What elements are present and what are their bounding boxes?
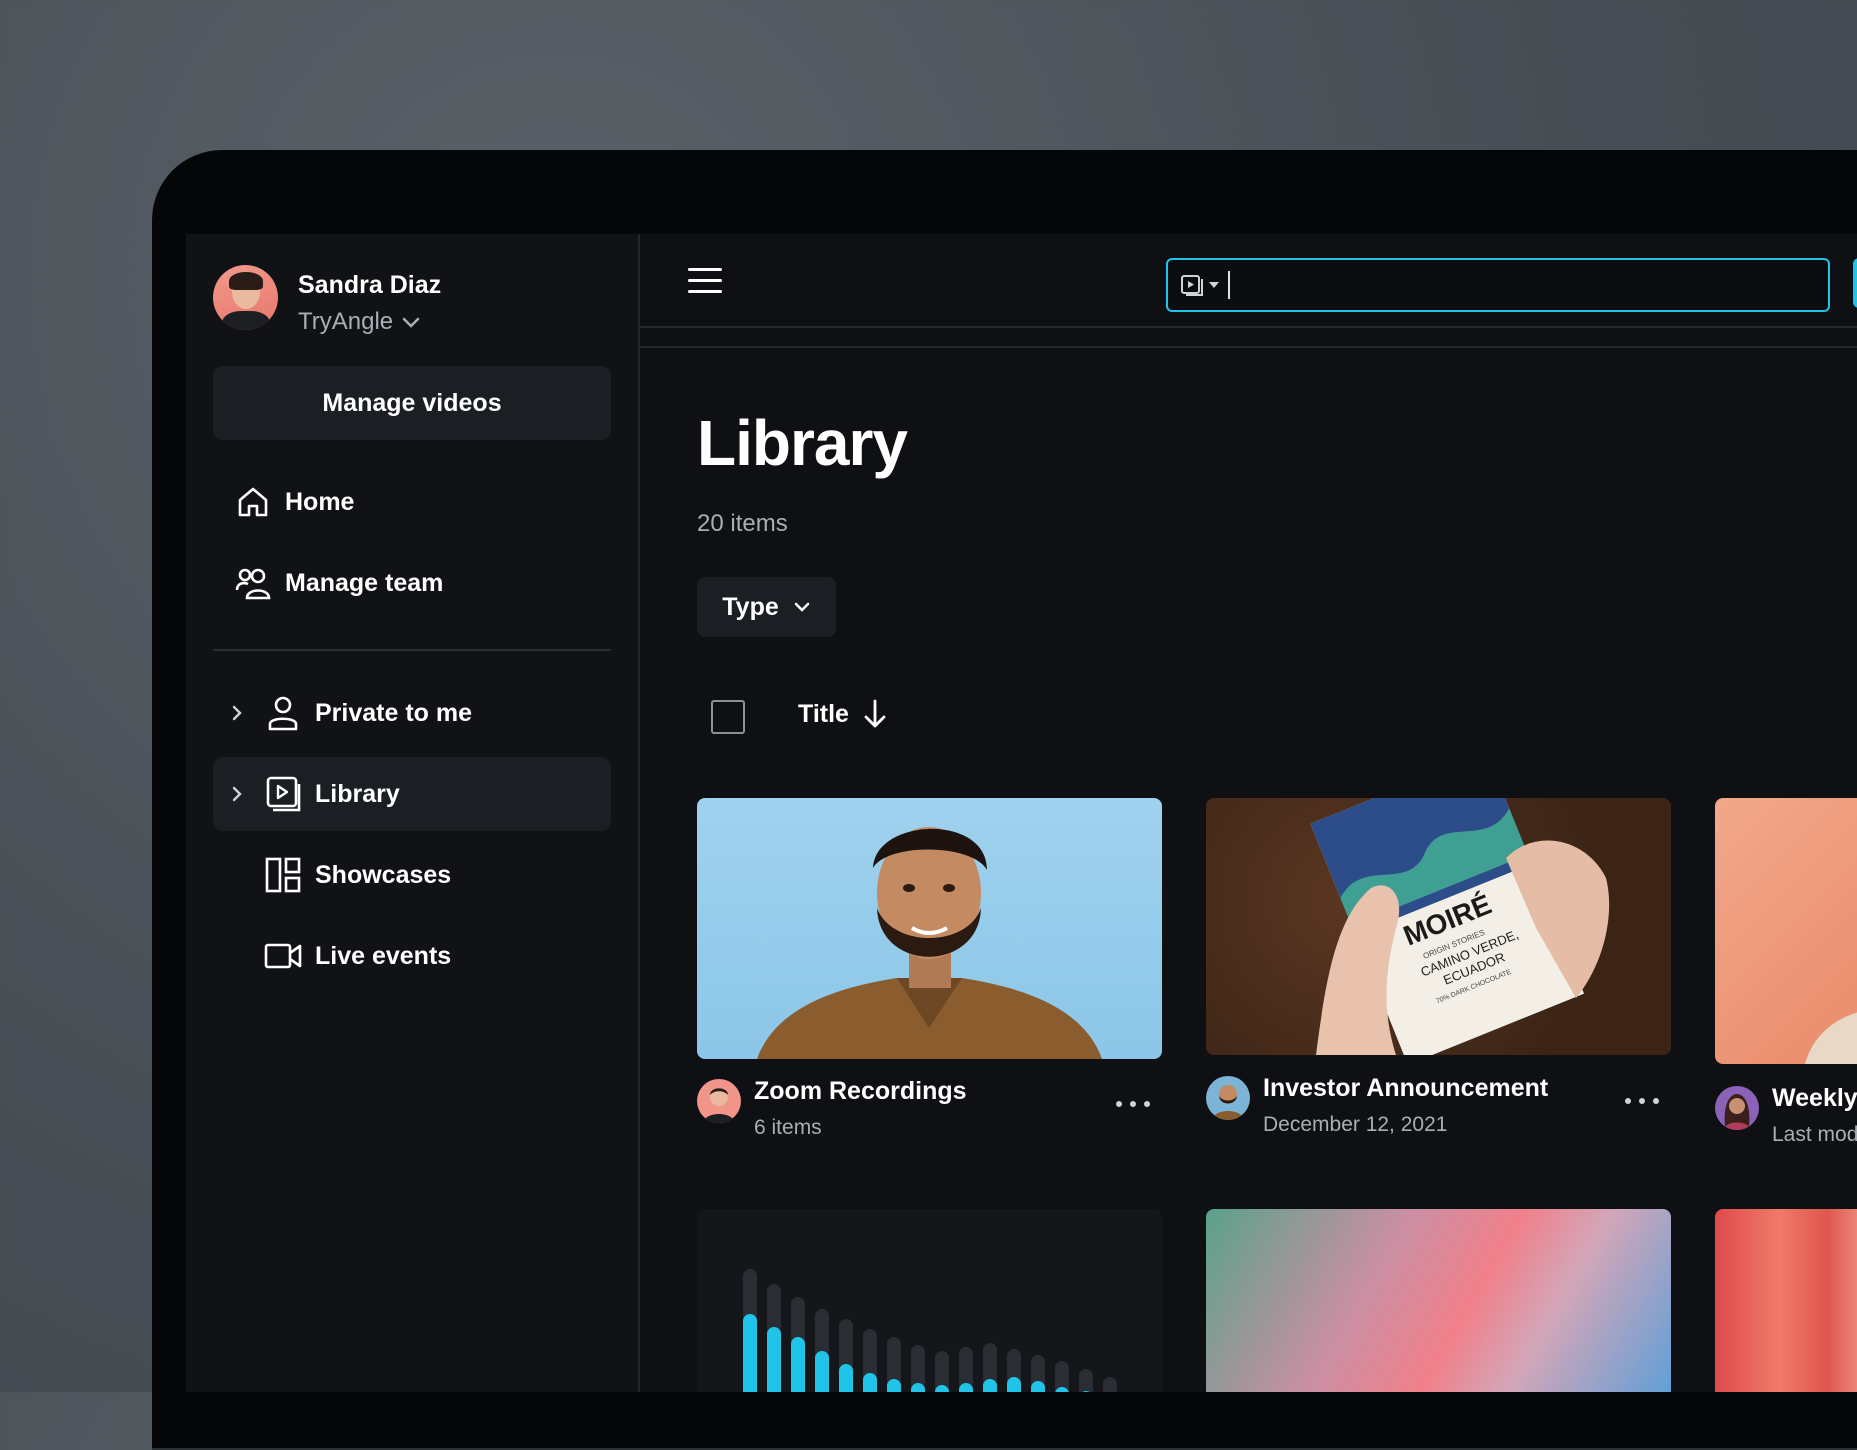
main-content: Library 20 items Type Title Zoom Recordi… (640, 234, 1857, 1392)
card-title[interactable]: Investor Announcement (1263, 1074, 1548, 1103)
chevron-right-icon[interactable] (223, 704, 251, 722)
video-thumbnail[interactable] (1206, 1209, 1671, 1392)
more-options-icon[interactable] (1116, 1094, 1150, 1114)
card-title[interactable]: Zoom Recordings (754, 1077, 967, 1106)
waveform-bar (935, 1385, 949, 1392)
chevron-right-icon[interactable] (223, 785, 251, 803)
top-bar (640, 234, 1857, 328)
home-icon (233, 482, 273, 522)
avatar (213, 265, 278, 330)
sidebar-item-private[interactable]: Private to me (223, 676, 472, 750)
avatar (1206, 1076, 1250, 1120)
card-subtitle: 6 items (754, 1116, 822, 1139)
item-count: 20 items (697, 510, 788, 537)
filter-label: Type (722, 592, 779, 621)
video-thumbnail[interactable] (697, 1209, 1162, 1392)
more-options-icon[interactable] (1625, 1091, 1659, 1111)
sidebar-divider (213, 649, 611, 651)
avatar (697, 1079, 741, 1123)
chevron-down-icon (402, 317, 420, 328)
avatar (1715, 1086, 1759, 1130)
menu-icon[interactable] (688, 268, 722, 294)
waveform-bar (791, 1337, 805, 1392)
sidebar-item-live-events[interactable]: Live events (263, 919, 451, 993)
user-name: Sandra Diaz (298, 271, 442, 299)
sidebar-item-label: Home (285, 487, 355, 516)
sidebar-item-manage-team[interactable]: Manage team (233, 546, 443, 620)
video-thumbnail[interactable]: MOIRÉ ORIGIN STORIES CAMINO VERDE, ECUAD… (1206, 798, 1671, 1055)
camera-icon (263, 936, 303, 976)
search-scope-dropdown[interactable] (1180, 273, 1220, 297)
text-cursor (1228, 271, 1230, 299)
org-label: TryAngle (298, 308, 394, 335)
sidebar-item-label: Live events (315, 941, 452, 970)
select-all-checkbox[interactable] (711, 700, 745, 734)
sidebar-item-label: Manage team (285, 568, 444, 597)
waveform-bar (1007, 1377, 1021, 1392)
waveform-bar (911, 1383, 925, 1392)
type-filter-dropdown[interactable]: Type (697, 577, 836, 637)
person-icon (263, 693, 303, 733)
chevron-down-icon (794, 602, 809, 612)
sidebar: Sandra Diaz TryAngle Manage videos Home … (186, 234, 640, 1392)
search-input[interactable] (1236, 271, 1828, 299)
org-name[interactable]: TryAngle (298, 308, 421, 336)
sort-by-title[interactable]: Title (798, 698, 887, 730)
card-subtitle: December 12, 2021 (1263, 1113, 1448, 1136)
sidebar-item-label: Showcases (315, 860, 452, 889)
page-title: Library (697, 407, 908, 479)
waveform-bar (1031, 1381, 1045, 1392)
waveform-bar (887, 1379, 901, 1392)
caret-down-icon (1209, 282, 1219, 288)
sidebar-item-label: Private to me (315, 698, 473, 727)
upload-button[interactable] (1853, 258, 1857, 308)
sidebar-item-home[interactable]: Home (233, 465, 354, 539)
waveform-bar-bg (1103, 1377, 1117, 1392)
search-bar[interactable] (1166, 258, 1830, 312)
waveform-bar (863, 1373, 877, 1392)
waveform-bar (983, 1379, 997, 1392)
video-thumbnail[interactable] (1715, 1209, 1857, 1392)
waveform-bar (743, 1314, 757, 1392)
manage-videos-button[interactable]: Manage videos (213, 366, 611, 440)
library-icon (263, 774, 303, 814)
arrow-down-icon (864, 699, 886, 728)
sidebar-item-showcases[interactable]: Showcases (263, 838, 451, 912)
app-window: Sandra Diaz TryAngle Manage videos Home … (186, 234, 1857, 1392)
sort-label: Title (798, 699, 849, 728)
waveform-bar (815, 1351, 829, 1392)
waveform-bar (959, 1383, 973, 1392)
showcase-icon (263, 855, 303, 895)
sidebar-item-library[interactable]: Library (213, 757, 611, 831)
team-icon (233, 563, 273, 603)
video-scope-icon (1181, 275, 1203, 296)
video-thumbnail[interactable] (1715, 798, 1857, 1064)
divider (640, 346, 1857, 348)
waveform-bar-bg (1079, 1369, 1093, 1392)
audio-waveform (697, 1209, 1162, 1392)
video-thumbnail[interactable] (697, 798, 1162, 1059)
waveform-bar (839, 1364, 853, 1392)
card-subtitle: Last mod (1772, 1123, 1857, 1146)
sidebar-item-label: Library (315, 779, 400, 808)
waveform-bar (767, 1327, 781, 1392)
card-title[interactable]: Weekly (1772, 1084, 1857, 1113)
